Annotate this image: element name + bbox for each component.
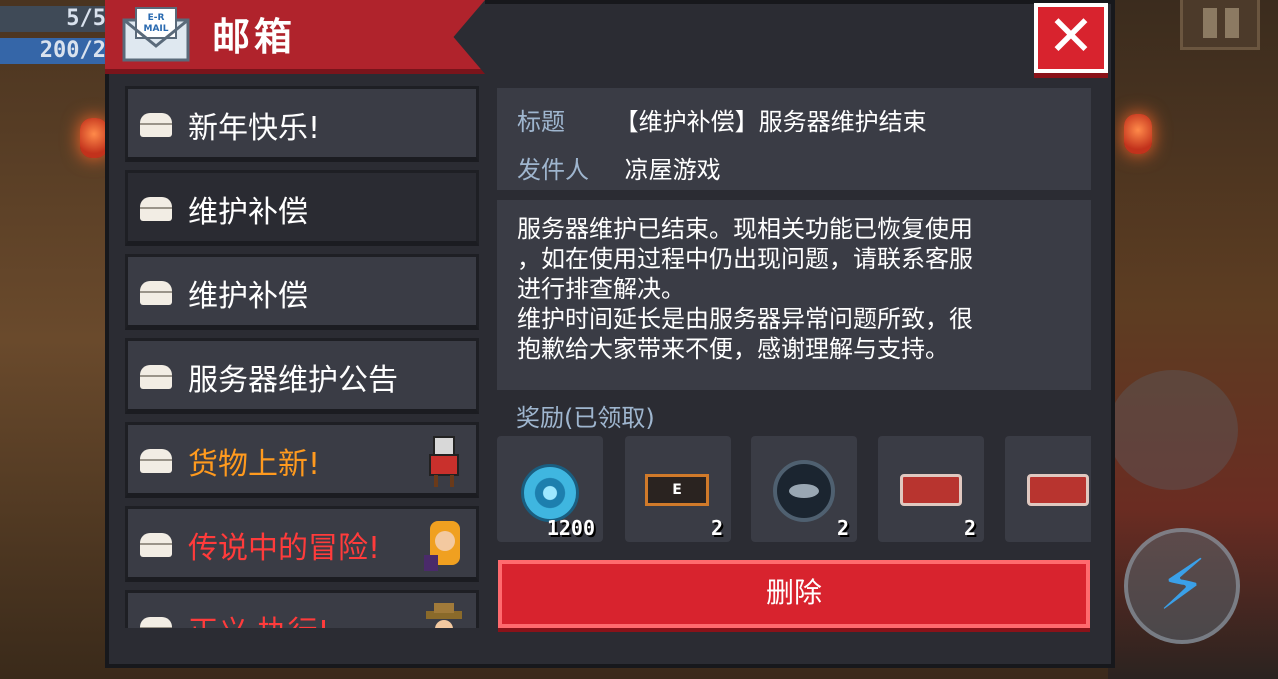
reward-count: 2: [710, 516, 723, 540]
mail-item-label: 货物上新!: [188, 447, 321, 482]
mail-item-label: 新年快乐!: [188, 111, 321, 146]
envelope-icon: [140, 281, 172, 305]
hud-stat-armor: 5/5: [0, 6, 110, 32]
mail-item-label: 服务器维护公告: [188, 363, 398, 398]
reward-count: 2: [836, 516, 849, 540]
mail-sender-value: 凉屋游戏: [624, 156, 721, 184]
ticket-icon: [900, 474, 962, 506]
lantern-icon: [1124, 114, 1152, 154]
reward-label: 奖励(已领取): [516, 404, 655, 432]
mail-icon: E-R MAIL: [122, 7, 190, 62]
envelope-icon: [140, 617, 172, 628]
reward-item: 1200: [497, 436, 603, 542]
lightning-icon: ⚡: [1158, 544, 1208, 626]
fish-coin-icon: [773, 460, 835, 522]
mail-item-maintenance-notice[interactable]: 服务器维护公告: [125, 338, 479, 414]
envelope-icon: [140, 113, 172, 137]
mail-item-legendary-adventure[interactable]: 传说中的冒险!: [125, 506, 479, 582]
mail-body-text: 服务器维护已结束。现相关功能已恢复使用 ，如在使用过程中仍出现问题，请联系客服 …: [517, 215, 973, 363]
mail-item-new-goods[interactable]: 货物上新!: [125, 422, 479, 498]
svg-text:E-R: E-R: [148, 13, 165, 23]
mail-list[interactable]: 新年快乐! 维护补偿 维护补偿 服务器维护公告 货物上新! 传说中的冒险! 正义…: [125, 86, 481, 628]
envelope-icon: [140, 533, 172, 557]
envelope-icon: [140, 197, 172, 221]
reward-item: 2: [878, 436, 984, 542]
delete-button[interactable]: 删除: [498, 560, 1090, 628]
mail-title-row: 标题 【维护补偿】服务器维护结束: [517, 102, 927, 137]
mail-body: 服务器维护已结束。现相关功能已恢复使用 ，如在使用过程中仍出现问题，请联系客服 …: [497, 200, 1091, 390]
mail-title-key: 标题: [517, 108, 565, 136]
weapon-button[interactable]: [1108, 370, 1238, 490]
game-scene-left: [0, 0, 110, 679]
mail-item-maintenance-compensation-selected[interactable]: 维护补偿: [125, 170, 479, 246]
card-icon: E: [645, 474, 709, 506]
hat-character-icon: [426, 603, 462, 628]
reward-item: E 2: [625, 436, 731, 542]
mail-sender-key: 发件人: [517, 156, 589, 184]
mail-item-label: 维护补偿: [188, 279, 308, 314]
mail-item-label: 正义 执行!: [188, 607, 330, 628]
skill-button[interactable]: ⚡: [1124, 528, 1240, 644]
hero-portrait-icon: [424, 521, 460, 571]
page-title: 邮箱: [212, 15, 297, 59]
close-icon: ✕: [1047, 4, 1095, 69]
mail-title-value: 【维护补偿】服务器维护结束: [614, 108, 927, 136]
mail-item-justice[interactable]: 正义 执行!: [125, 590, 479, 628]
delete-button-label: 删除: [765, 576, 822, 609]
envelope-icon: [140, 365, 172, 389]
close-button[interactable]: ✕: [1034, 3, 1108, 73]
mail-item-new-year[interactable]: 新年快乐!: [125, 86, 479, 162]
reward-item: 2: [1005, 436, 1091, 542]
reward-count: 2: [963, 516, 976, 540]
mail-item-label: 传说中的冒险!: [188, 531, 381, 566]
gem-coin-icon: [521, 464, 579, 522]
hud-stat-energy: 200/2: [0, 38, 110, 64]
mail-item-label: 维护补偿: [188, 195, 308, 230]
mail-meta: 标题 【维护补偿】服务器维护结束 发件人 凉屋游戏: [497, 88, 1091, 190]
ticket-icon: [1027, 474, 1089, 506]
envelope-icon: [140, 449, 172, 473]
svg-text:MAIL: MAIL: [143, 24, 168, 34]
reward-item: 2: [751, 436, 857, 542]
mail-item-maintenance-compensation[interactable]: 维护补偿: [125, 254, 479, 330]
reward-list: 1200 E 2 2 2 2: [497, 436, 1091, 544]
mail-sender-row: 发件人 凉屋游戏: [517, 150, 721, 185]
reward-count: 1200: [546, 516, 595, 540]
pause-button[interactable]: [1180, 0, 1260, 50]
merchant-cat-icon: [429, 436, 459, 487]
lantern-icon: [80, 118, 108, 158]
